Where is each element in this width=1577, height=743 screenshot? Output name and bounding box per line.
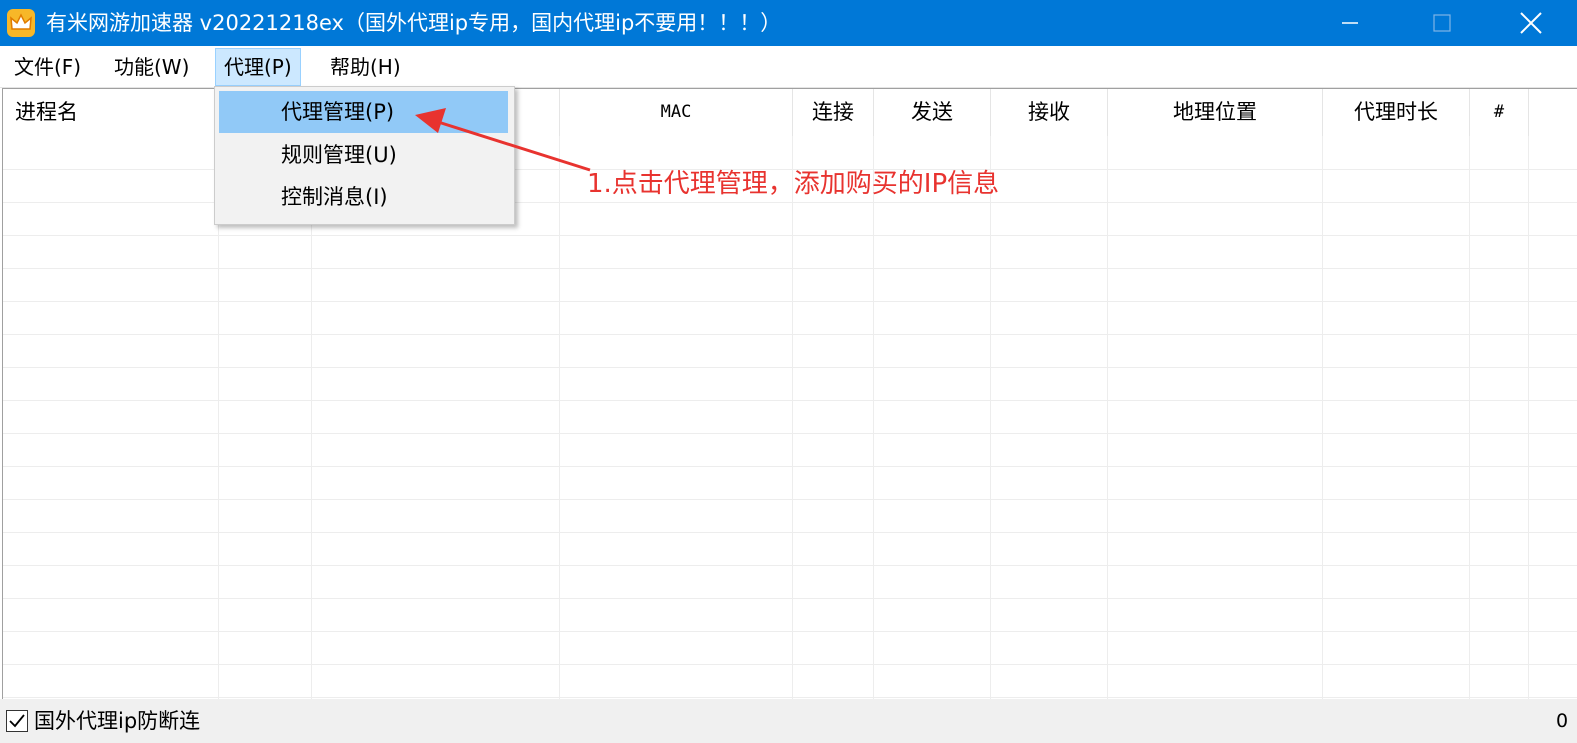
annotation-text: 1.点击代理管理，添加购买的IP信息 [587,169,1000,199]
status-bar: 国外代理ip防断连 0 [0,699,1577,743]
anti-disconnect-label[interactable]: 国外代理ip防断连 [34,705,200,737]
anti-disconnect-checkbox[interactable] [6,710,28,732]
annotation-arrow [415,108,591,172]
connection-count: 0 [1556,710,1569,732]
checkmark-icon [9,714,25,728]
